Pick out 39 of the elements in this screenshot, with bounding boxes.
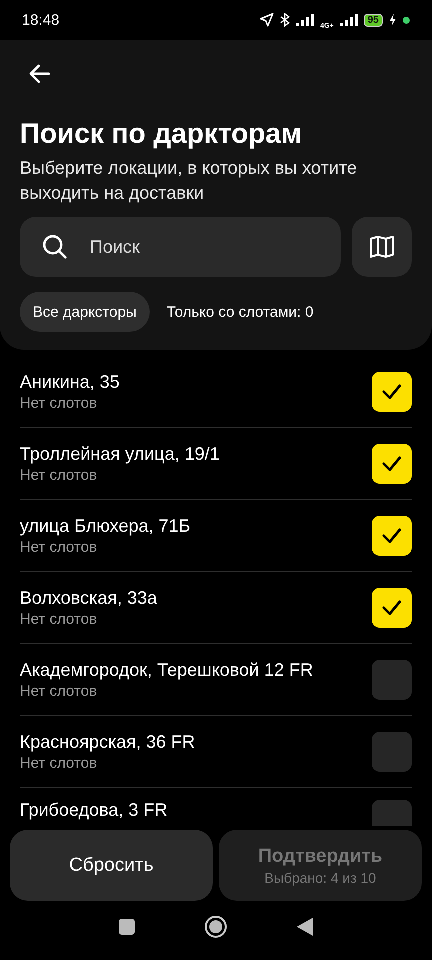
map-button[interactable] xyxy=(352,217,412,277)
clock: 18:48 xyxy=(22,12,60,28)
checkbox[interactable] xyxy=(372,732,412,772)
store-name: Волховская, 33а xyxy=(20,588,158,608)
slot-status: Нет слотов xyxy=(20,538,98,556)
signal-icon xyxy=(340,14,358,26)
slot-status: Нет слотов xyxy=(20,754,98,772)
recents-icon[interactable] xyxy=(118,918,136,936)
store-name: Академгородок, Терешковой 12 FR xyxy=(20,660,314,680)
page-subtitle: Выберите локации, в которых вы хотите выходить на доставки xyxy=(20,157,358,205)
bluetooth-icon xyxy=(280,13,290,27)
battery-level: 95 xyxy=(364,14,383,26)
search-field[interactable]: Поиск xyxy=(20,217,341,277)
checkbox[interactable] xyxy=(372,516,412,556)
filter-chip[interactable]: Все дарксторы xyxy=(20,292,150,332)
store-name: Грибоедова, 3 FR xyxy=(20,800,168,821)
home-icon[interactable] xyxy=(204,915,228,939)
store-name: Аникина, 35 xyxy=(20,372,120,392)
checkbox[interactable] xyxy=(372,444,412,484)
reset-button[interactable]: Сбросить xyxy=(10,830,213,901)
checkbox[interactable] xyxy=(372,660,412,700)
filter-chip[interactable]: Только со слотами: 0 xyxy=(154,292,327,332)
page-title: Поиск по даркторам xyxy=(20,118,303,150)
back-icon[interactable] xyxy=(296,917,314,937)
slot-status: Нет слотов xyxy=(20,682,98,700)
store-name: Красноярская, 36 FR xyxy=(20,732,196,752)
map-icon xyxy=(369,235,395,259)
slot-status: Нет слотов xyxy=(20,394,98,412)
back-arrow-icon[interactable] xyxy=(28,62,52,86)
store-name: улица Блюхера, 71Б xyxy=(20,516,191,536)
slot-status: Нет слотов xyxy=(20,466,98,484)
status-dot xyxy=(403,16,410,24)
charging-icon xyxy=(389,14,397,26)
checkbox[interactable] xyxy=(372,588,412,628)
signal-icon xyxy=(296,14,314,26)
checkbox[interactable] xyxy=(372,372,412,412)
slot-status: Нет слотов xyxy=(20,610,98,628)
location-icon xyxy=(260,13,274,27)
store-name: Троллейная улица, 19/1 xyxy=(20,444,220,464)
